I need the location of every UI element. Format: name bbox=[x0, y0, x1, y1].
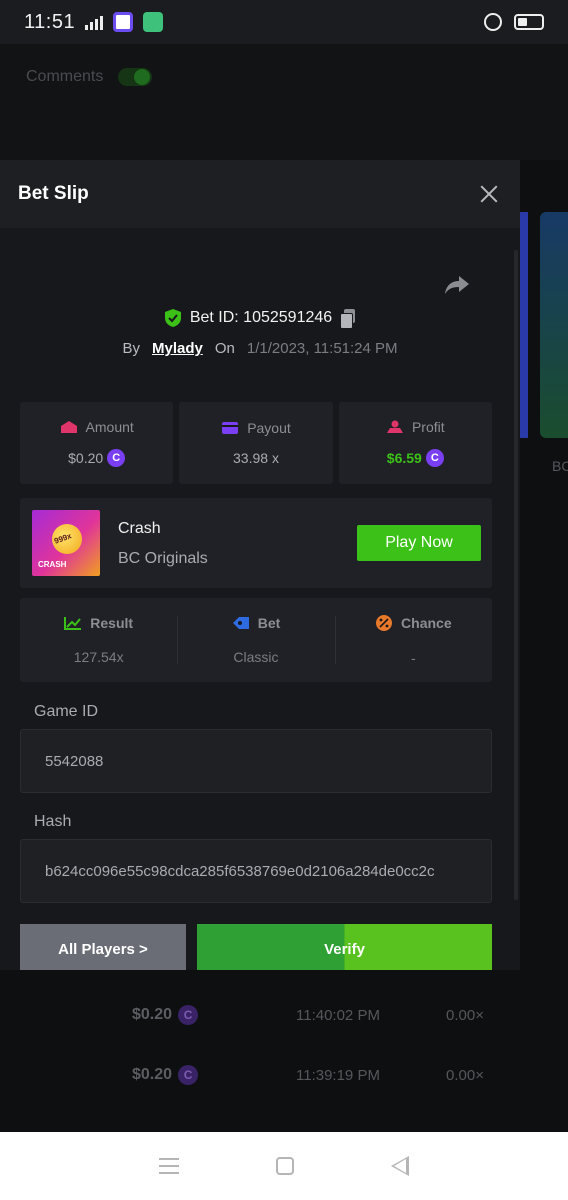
coin-icon: C bbox=[425, 449, 444, 467]
row-amount: $0.20 C bbox=[132, 1005, 199, 1025]
stat-profit: Profit $6.59 C bbox=[338, 402, 492, 484]
row-multiplier: 0.00× bbox=[446, 1006, 484, 1024]
by-label: By bbox=[122, 340, 140, 357]
recent-apps-icon[interactable] bbox=[158, 1158, 179, 1174]
all-players-button[interactable]: All Players > bbox=[20, 924, 186, 970]
game-card: 999x CRASH Crash BC Originals Play Now bbox=[20, 498, 492, 588]
row-time: 11:39:19 PM bbox=[296, 1066, 380, 1084]
crash-game-thumbnail[interactable]: 999x CRASH bbox=[32, 510, 100, 576]
stat-payout-value: 33.98 x bbox=[233, 450, 279, 466]
comments-toggle[interactable] bbox=[118, 68, 152, 86]
chart-icon bbox=[64, 617, 82, 630]
percent-icon bbox=[376, 615, 393, 631]
bet-slip-modal: Bet Slip Bet ID: 1052591246 By Mylady On… bbox=[0, 160, 520, 970]
stat-profit-value: $6.59 bbox=[386, 450, 422, 466]
on-label: On bbox=[214, 340, 235, 357]
back-icon[interactable] bbox=[391, 1156, 410, 1176]
chance-label: Chance bbox=[401, 615, 452, 631]
game-id-field[interactable]: 5542088 bbox=[20, 729, 492, 793]
modal-header: Bet Slip bbox=[0, 160, 520, 228]
game-id-label: Game ID bbox=[34, 703, 99, 720]
status-bar: 11:51 bbox=[0, 0, 568, 44]
verified-shield-icon bbox=[164, 309, 181, 327]
stat-profit-label: Profit bbox=[411, 419, 445, 435]
background-card-edge bbox=[520, 212, 528, 438]
tag-icon bbox=[232, 617, 249, 629]
close-icon[interactable] bbox=[476, 181, 502, 207]
app-notification-icon bbox=[143, 12, 164, 32]
list-item: $0.20 C 11:39:19 PM 0.00× bbox=[0, 1060, 568, 1090]
background-card bbox=[540, 212, 568, 438]
list-item: $0.20 C 11:40:02 PM 0.00× bbox=[0, 1000, 568, 1030]
copy-icon[interactable] bbox=[340, 309, 356, 329]
play-now-button[interactable]: Play Now bbox=[357, 525, 481, 561]
bet-date: 1/1/2023, 11:51:24 PM bbox=[246, 340, 398, 357]
messenger-icon bbox=[113, 12, 134, 32]
coin-icon: C bbox=[178, 1005, 199, 1025]
chance-column: Chance - bbox=[334, 598, 492, 682]
bet-id: Bet ID: 1052591246 bbox=[189, 309, 333, 326]
game-provider: BC Originals bbox=[118, 550, 208, 567]
alarm-icon bbox=[484, 13, 502, 31]
home-icon[interactable] bbox=[275, 1157, 294, 1175]
battery-icon bbox=[514, 14, 544, 30]
hash-field[interactable]: b624cc096e55c98cdca285f6538769e0d2106a28… bbox=[20, 839, 492, 903]
stat-payout-label: Payout bbox=[247, 420, 291, 436]
system-nav-bar bbox=[0, 1132, 568, 1200]
bet-stats: Amount $0.20 C Payout 33.98 x Profit $6.… bbox=[20, 402, 492, 484]
background-side-label: BC bbox=[552, 458, 568, 474]
bet-id-row: Bet ID: 1052591246 bbox=[0, 308, 520, 329]
signal-icon bbox=[85, 14, 104, 30]
comments-label: Comments bbox=[26, 68, 104, 85]
coin-icon: C bbox=[107, 449, 126, 467]
thumbnail-label: CRASH bbox=[38, 560, 67, 569]
row-time: 11:40:02 PM bbox=[296, 1006, 380, 1024]
stat-amount: Amount $0.20 C bbox=[20, 402, 174, 484]
result-label: Result bbox=[90, 615, 134, 631]
amount-icon bbox=[60, 421, 77, 433]
bet-column: Bet Classic bbox=[177, 598, 334, 682]
username-link[interactable]: Mylady bbox=[152, 340, 203, 357]
share-icon[interactable] bbox=[444, 274, 470, 296]
profit-icon bbox=[386, 420, 403, 433]
stat-amount-value: $0.20 bbox=[68, 450, 104, 466]
status-time: 11:51 bbox=[24, 10, 76, 33]
bet-author-row: By Mylady On 1/1/2023, 11:51:24 PM bbox=[0, 340, 520, 357]
game-name: Crash bbox=[118, 520, 161, 537]
result-column: Result 127.54x bbox=[20, 598, 177, 682]
bet-label: Bet bbox=[257, 615, 281, 631]
modal-title: Bet Slip bbox=[18, 183, 89, 204]
stat-amount-label: Amount bbox=[85, 419, 134, 435]
stat-payout: Payout 33.98 x bbox=[179, 402, 333, 484]
background-header bbox=[0, 44, 568, 160]
bet-value: Classic bbox=[233, 649, 279, 665]
background-bet-list: $0.20 C 11:40:02 PM 0.00× $0.20 C 11:39:19… bbox=[0, 970, 568, 1132]
chance-value: - bbox=[410, 650, 416, 666]
verify-button[interactable]: Verify bbox=[197, 924, 492, 970]
row-amount: $0.20 C bbox=[132, 1065, 199, 1085]
wallet-icon bbox=[222, 422, 239, 434]
row-multiplier: 0.00× bbox=[446, 1066, 484, 1084]
coin-icon: C bbox=[178, 1065, 199, 1085]
hash-label: Hash bbox=[34, 813, 72, 830]
bet-result-card: Result 127.54x Bet Classic Chance - bbox=[20, 598, 492, 682]
result-value: 127.54x bbox=[73, 649, 124, 665]
